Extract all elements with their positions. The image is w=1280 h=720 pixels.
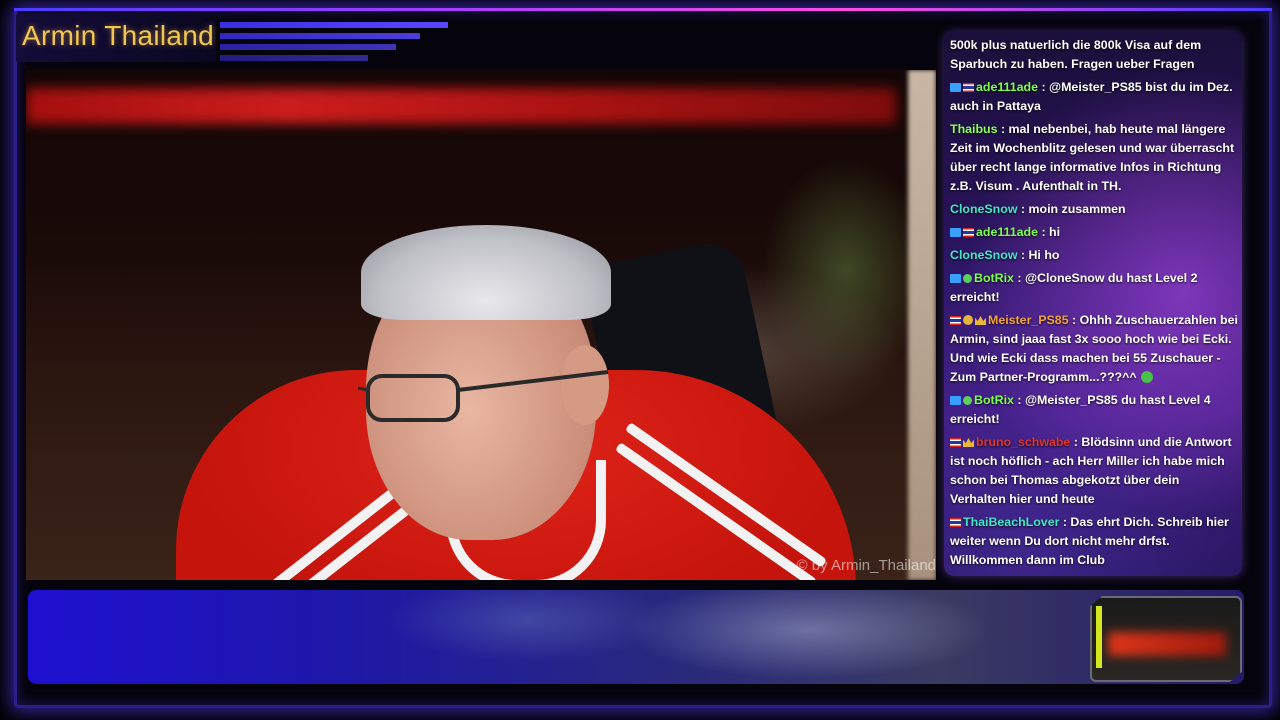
streamer-hair	[361, 225, 611, 320]
chat-username[interactable]: ThaiBeachLover	[963, 515, 1059, 529]
verified-icon	[963, 274, 972, 283]
chat-username[interactable]: Meister_PS85	[988, 313, 1069, 327]
chat-separator: :	[997, 122, 1009, 136]
title-decor-bar	[220, 22, 448, 28]
bottom-banner	[28, 590, 1244, 684]
chat-message: bruno_schwabe : Blödsinn und die Antwort…	[950, 433, 1238, 509]
chat-text: hi	[1049, 225, 1061, 239]
chat-message-list: 500k plus natuerlich die 800k Visa auf d…	[950, 36, 1238, 574]
chat-panel[interactable]: 500k plus natuerlich die 800k Visa auf d…	[944, 32, 1242, 576]
chat-username[interactable]: bruno_schwabe	[976, 435, 1070, 449]
flag-icon	[963, 228, 974, 237]
thumbnail-light	[1108, 632, 1226, 656]
chat-separator: :	[1038, 225, 1050, 239]
webcam-video[interactable]: © by Armin_Thailand	[26, 70, 936, 580]
chat-message: ade111ade : @Meister_PS85 bist du im Dez…	[950, 78, 1238, 116]
chat-message: BotRix : @CloneSnow du hast Level 2 erre…	[950, 269, 1238, 307]
mod-icon	[950, 228, 961, 237]
flag-icon	[950, 518, 961, 527]
chat-text: 500k plus natuerlich die 800k Visa auf d…	[950, 38, 1202, 71]
chat-username[interactable]: CloneSnow	[950, 202, 1017, 216]
flag-icon	[950, 438, 961, 447]
chat-separator: :	[1013, 393, 1025, 407]
chat-separator: :	[1017, 248, 1029, 262]
coin-icon	[963, 315, 973, 325]
chat-separator: :	[1068, 313, 1080, 327]
glasses-icon	[358, 370, 609, 422]
chat-message: BotRix : @Meister_PS85 du hast Level 4 e…	[950, 391, 1238, 429]
chat-separator: :	[1013, 271, 1025, 285]
chat-message: ade111ade : hi	[950, 223, 1238, 242]
stream-title: Armin Thailand	[22, 20, 214, 51]
chat-message: Thaibus : mal nebenbei, hab heute mal lä…	[950, 120, 1238, 196]
mod-icon	[950, 396, 961, 405]
background-wall	[908, 70, 936, 580]
chat-username[interactable]: Thaibus	[950, 122, 998, 136]
flag-icon	[963, 83, 974, 92]
title-decor-bar	[220, 55, 368, 61]
title-decor-bar	[220, 44, 396, 50]
chat-username[interactable]: BotRix	[974, 271, 1014, 285]
video-watermark: © by Armin_Thailand	[796, 557, 936, 574]
chat-separator: :	[1038, 80, 1050, 94]
title-decor-bar	[220, 33, 420, 39]
chat-separator: :	[1070, 435, 1082, 449]
check-icon	[1140, 371, 1153, 383]
chat-separator: :	[1059, 515, 1071, 529]
verified-icon	[963, 396, 972, 405]
crown-icon	[963, 438, 974, 447]
chat-message: 500k plus natuerlich die 800k Visa auf d…	[950, 36, 1238, 74]
crown-icon	[975, 316, 986, 325]
chat-text: moin zusammen	[1028, 202, 1126, 216]
thumbnail-accent	[1096, 606, 1102, 668]
background-led-light	[26, 88, 896, 124]
chat-username[interactable]: CloneSnow	[950, 248, 1017, 262]
mod-icon	[950, 274, 961, 283]
chat-separator: :	[1017, 202, 1029, 216]
chat-username[interactable]: ade111ade	[976, 225, 1038, 239]
chat-username[interactable]: ade111ade	[976, 80, 1038, 94]
chat-message: ThaiBeachLover : Das ehrt Dich. Schreib …	[950, 513, 1238, 570]
chat-message: CloneSnow : moin zusammen	[950, 200, 1238, 219]
mod-icon	[950, 83, 961, 92]
flag-icon	[950, 316, 961, 325]
chat-username[interactable]: BotRix	[974, 393, 1014, 407]
chat-text: Hi ho	[1028, 248, 1060, 262]
chat-message: CloneSnow : Hi ho	[950, 246, 1238, 265]
chat-message: Meister_PS85 : Ohhh Zuschauerzahlen bei …	[950, 311, 1238, 387]
